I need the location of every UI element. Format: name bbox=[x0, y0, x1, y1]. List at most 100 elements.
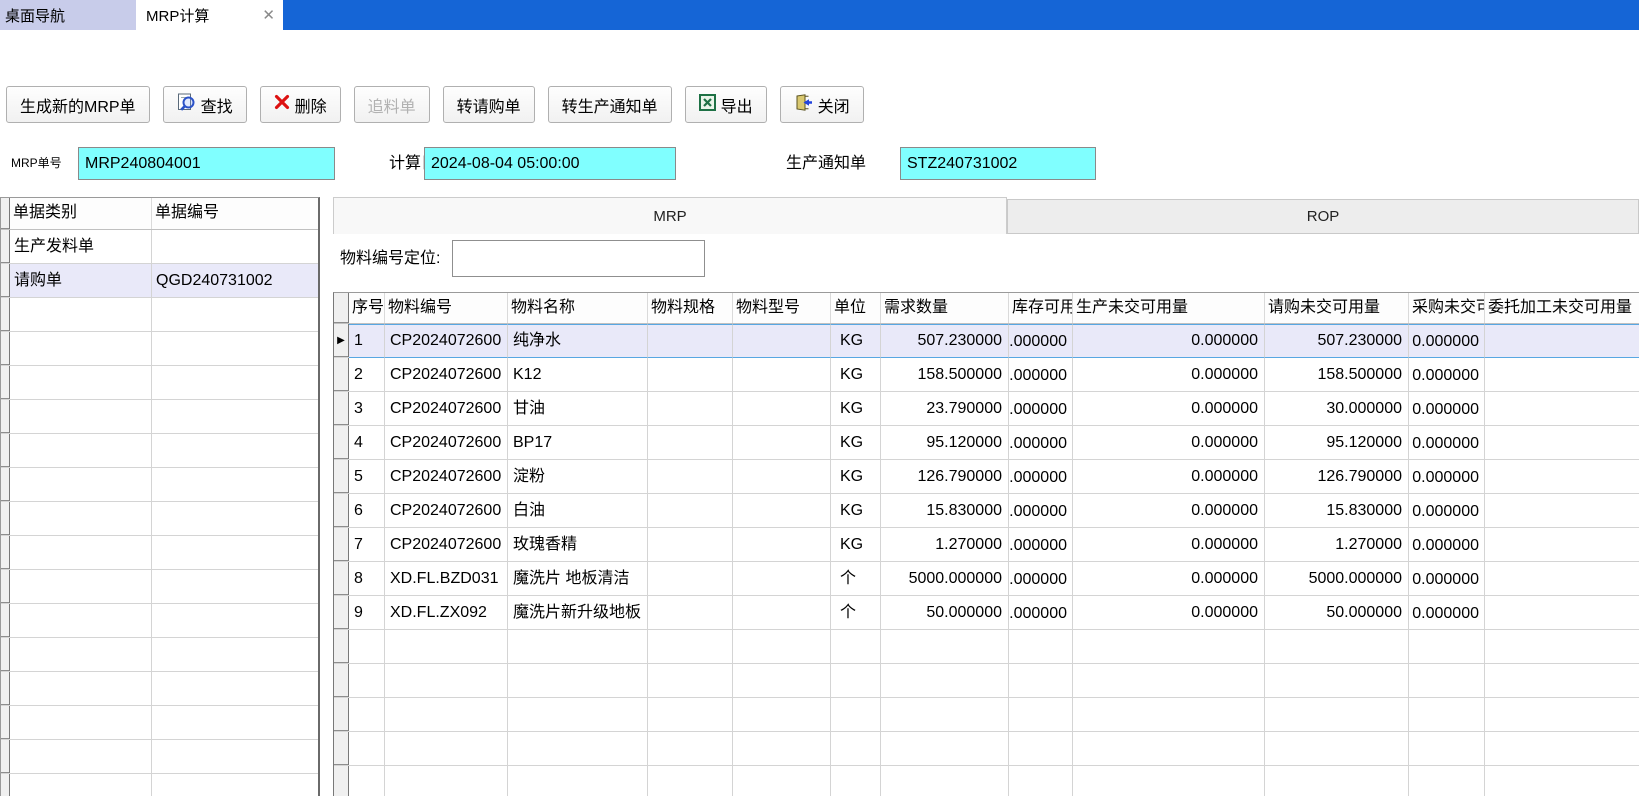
cell-demand-qty[interactable]: 126.790000 bbox=[881, 460, 1009, 494]
cell-material-code[interactable]: CP2024072600 bbox=[385, 460, 508, 494]
cell-seq[interactable]: 9 bbox=[349, 596, 385, 630]
table-row[interactable]: 3CP2024072600甘油KG23.7900000.0000000.0000… bbox=[334, 392, 1639, 426]
cell-outsource-open-qty[interactable] bbox=[1485, 358, 1639, 392]
cell-material-name[interactable]: 玫瑰香精 bbox=[508, 528, 648, 562]
cell-material-model[interactable] bbox=[733, 528, 831, 562]
cell-purchase-request-open-qty[interactable]: 15.830000 bbox=[1265, 494, 1409, 528]
cell-stock-available[interactable]: 0.000000 bbox=[1009, 324, 1073, 358]
cell-production-open-qty[interactable]: 0.000000 bbox=[1073, 494, 1265, 528]
cell-outsource-open-qty[interactable] bbox=[1485, 528, 1639, 562]
cell-material-model[interactable] bbox=[733, 460, 831, 494]
cell-stock-available[interactable]: 0.000000 bbox=[1009, 596, 1073, 630]
cell-unit[interactable]: KG bbox=[831, 324, 881, 358]
cell-purchase-request-open-qty[interactable]: 507.230000 bbox=[1265, 324, 1409, 358]
material-code-locator-input[interactable] bbox=[452, 240, 705, 277]
close-icon[interactable]: ✕ bbox=[262, 8, 275, 23]
cell-material-name[interactable]: 魔洗片 地板清洁 bbox=[508, 562, 648, 596]
cell-purchase-open-qty[interactable]: 0.000000 bbox=[1409, 528, 1485, 562]
cell-material-code[interactable]: CP2024072600 bbox=[385, 426, 508, 460]
subtab-rop[interactable]: ROP bbox=[1007, 199, 1639, 234]
cell-material-code[interactable]: CP2024072600 bbox=[385, 358, 508, 392]
cell-production-open-qty[interactable]: 0.000000 bbox=[1073, 358, 1265, 392]
subtab-mrp[interactable]: MRP bbox=[333, 197, 1007, 234]
cell-material-name[interactable]: 淀粉 bbox=[508, 460, 648, 494]
cell-stock-available[interactable]: 0.000000 bbox=[1009, 494, 1073, 528]
table-row[interactable]: 2CP2024072600K12KG158.5000000.0000000.00… bbox=[334, 358, 1639, 392]
cell-production-open-qty[interactable]: 0.000000 bbox=[1073, 596, 1265, 630]
column-header-5[interactable]: 物料型号 bbox=[733, 293, 831, 323]
cell-material-name[interactable]: BP17 bbox=[508, 426, 648, 460]
cell-unit[interactable]: 个 bbox=[831, 596, 881, 630]
table-row[interactable]: 8XD.FL.BZD031魔洗片 地板清洁个5000.0000000.00000… bbox=[334, 562, 1639, 596]
cell-outsource-open-qty[interactable] bbox=[1485, 494, 1639, 528]
cell-seq[interactable]: 2 bbox=[349, 358, 385, 392]
cell-purchase-request-open-qty[interactable]: 95.120000 bbox=[1265, 426, 1409, 460]
table-row[interactable]: ▶1CP2024072600纯净水KG507.2300000.0000000.0… bbox=[334, 324, 1639, 358]
cell-stock-available[interactable]: 0.000000 bbox=[1009, 562, 1073, 596]
calc-date-field[interactable] bbox=[424, 147, 676, 180]
cell-outsource-open-qty[interactable] bbox=[1485, 596, 1639, 630]
cell-stock-available[interactable]: 0.000000 bbox=[1009, 460, 1073, 494]
cell-purchase-open-qty[interactable]: 0.000000 bbox=[1409, 596, 1485, 630]
cell-material-model[interactable] bbox=[733, 324, 831, 358]
cell-demand-qty[interactable]: 95.120000 bbox=[881, 426, 1009, 460]
cell-material-spec[interactable] bbox=[648, 494, 733, 528]
cell-purchase-request-open-qty[interactable]: 158.500000 bbox=[1265, 358, 1409, 392]
cell-material-name[interactable]: 魔洗片新升级地板 bbox=[508, 596, 648, 630]
cell-outsource-open-qty[interactable] bbox=[1485, 460, 1639, 494]
cell-purchase-open-qty[interactable]: 0.000000 bbox=[1409, 358, 1485, 392]
cell-purchase-open-qty[interactable]: 0.000000 bbox=[1409, 324, 1485, 358]
cell-demand-qty[interactable]: 23.790000 bbox=[881, 392, 1009, 426]
cell-material-code[interactable]: CP2024072600 bbox=[385, 392, 508, 426]
doc-category-cell[interactable]: 请购单 bbox=[10, 264, 152, 297]
cell-production-open-qty[interactable]: 0.000000 bbox=[1073, 392, 1265, 426]
generate-mrp-button[interactable]: 生成新的MRP单 bbox=[6, 86, 150, 123]
cell-material-code[interactable]: CP2024072600 bbox=[385, 324, 508, 358]
cell-unit[interactable]: 个 bbox=[831, 562, 881, 596]
cell-seq[interactable]: 4 bbox=[349, 426, 385, 460]
cell-material-model[interactable] bbox=[733, 562, 831, 596]
to-purchase-request-button[interactable]: 转请购单 bbox=[443, 86, 535, 123]
to-production-notice-button[interactable]: 转生产通知单 bbox=[548, 86, 672, 123]
doc-number-cell[interactable] bbox=[152, 230, 319, 263]
doc-category-cell[interactable]: 生产发料单 bbox=[10, 230, 152, 263]
cell-purchase-open-qty[interactable]: 0.000000 bbox=[1409, 392, 1485, 426]
cell-material-name[interactable]: K12 bbox=[508, 358, 648, 392]
cell-material-code[interactable]: CP2024072600 bbox=[385, 528, 508, 562]
cell-demand-qty[interactable]: 50.000000 bbox=[881, 596, 1009, 630]
cell-seq[interactable]: 3 bbox=[349, 392, 385, 426]
cell-seq[interactable]: 8 bbox=[349, 562, 385, 596]
cell-material-spec[interactable] bbox=[648, 324, 733, 358]
cell-production-open-qty[interactable]: 0.000000 bbox=[1073, 562, 1265, 596]
cell-stock-available[interactable]: 0.000000 bbox=[1009, 392, 1073, 426]
column-header-1[interactable]: 序号 bbox=[349, 293, 385, 323]
export-button[interactable]: 导出 bbox=[685, 86, 767, 123]
cell-production-open-qty[interactable]: 0.000000 bbox=[1073, 324, 1265, 358]
column-header-11[interactable]: 采购未交可用量 bbox=[1409, 293, 1485, 323]
cell-seq[interactable]: 1 bbox=[349, 324, 385, 358]
cell-material-spec[interactable] bbox=[648, 562, 733, 596]
cell-material-spec[interactable] bbox=[648, 392, 733, 426]
column-header-8[interactable]: 库存可用量 bbox=[1009, 293, 1073, 323]
cell-demand-qty[interactable]: 158.500000 bbox=[881, 358, 1009, 392]
cell-outsource-open-qty[interactable] bbox=[1485, 426, 1639, 460]
doc-row[interactable]: 请购单QGD240731002 bbox=[1, 264, 318, 298]
cell-material-model[interactable] bbox=[733, 596, 831, 630]
column-header-12[interactable]: 委托加工未交可用量 bbox=[1485, 293, 1639, 323]
table-row[interactable]: 4CP2024072600BP17KG95.1200000.0000000.00… bbox=[334, 426, 1639, 460]
cell-unit[interactable]: KG bbox=[831, 528, 881, 562]
cell-material-spec[interactable] bbox=[648, 528, 733, 562]
close-button[interactable]: 关闭 bbox=[780, 86, 864, 123]
cell-material-model[interactable] bbox=[733, 358, 831, 392]
cell-material-name[interactable]: 白油 bbox=[508, 494, 648, 528]
cell-purchase-request-open-qty[interactable]: 5000.000000 bbox=[1265, 562, 1409, 596]
cell-seq[interactable]: 7 bbox=[349, 528, 385, 562]
cell-material-spec[interactable] bbox=[648, 426, 733, 460]
cell-material-code[interactable]: CP2024072600 bbox=[385, 494, 508, 528]
cell-seq[interactable]: 6 bbox=[349, 494, 385, 528]
cell-outsource-open-qty[interactable] bbox=[1485, 392, 1639, 426]
tab-desktop-navigation[interactable]: 桌面导航 bbox=[0, 0, 136, 30]
cell-material-model[interactable] bbox=[733, 392, 831, 426]
tab-mrp-calculation[interactable]: MRP计算 ✕ bbox=[136, 0, 283, 30]
column-header-2[interactable]: 物料编号 bbox=[385, 293, 508, 323]
